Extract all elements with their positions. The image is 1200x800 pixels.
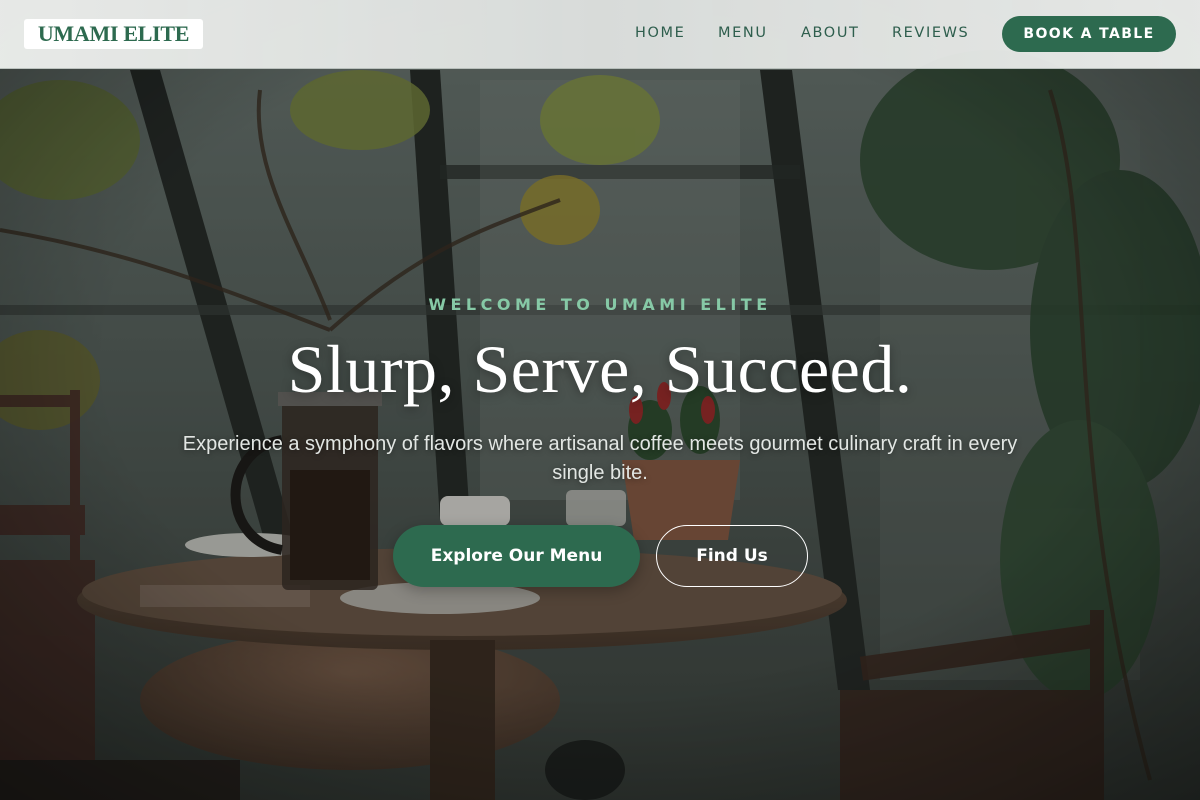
find-us-button[interactable]: Find Us [656,525,808,587]
nav-link-menu[interactable]: MENU [718,25,768,41]
hero-eyebrow: WELCOME TO UMAMI ELITE [428,295,772,314]
nav-link-about[interactable]: ABOUT [801,25,860,41]
brand-logo-text: UMAMI ELITE [37,21,190,46]
book-a-table-button[interactable]: BOOK A TABLE [1002,16,1176,52]
hero-content: WELCOME TO UMAMI ELITE Slurp, Serve, Suc… [0,0,1200,800]
hero-headline: Slurp, Serve, Succeed. [287,331,913,407]
brand-logo[interactable]: UMAMI ELITE [24,19,203,49]
nav-link-home[interactable]: HOME [635,25,685,41]
explore-menu-button[interactable]: Explore Our Menu [393,525,640,587]
top-navbar: UMAMI ELITE HOME MENU ABOUT REVIEWS BOOK… [0,0,1200,69]
hero-subtitle: Experience a symphony of flavors where a… [182,433,1018,484]
nav-link-reviews[interactable]: REVIEWS [892,25,969,41]
